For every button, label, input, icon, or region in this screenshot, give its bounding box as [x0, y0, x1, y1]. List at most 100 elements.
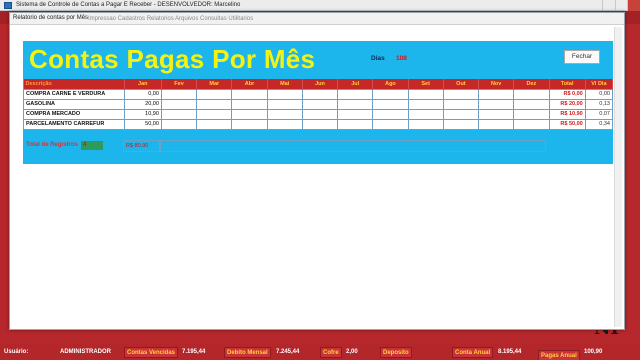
- cell-total[interactable]: R$ 20,00: [548, 98, 586, 110]
- cell-empty[interactable]: [478, 108, 515, 120]
- cofre-value: 2,00: [346, 349, 358, 355]
- cell-total[interactable]: R$ 50,00: [548, 118, 586, 130]
- dias-label: Dias: [371, 55, 385, 62]
- dialog-scrollbar[interactable]: [614, 27, 622, 327]
- col-header-total[interactable]: Total: [549, 79, 586, 89]
- col-header-mai[interactable]: Mai: [267, 79, 303, 89]
- cell-vl-dia[interactable]: 0,00: [584, 88, 614, 100]
- cell-empty[interactable]: [160, 88, 198, 100]
- col-header-nov[interactable]: Nov: [478, 79, 515, 89]
- cell-empty[interactable]: [478, 98, 515, 110]
- maximize-button[interactable]: [614, 0, 628, 11]
- cell-vl-dia[interactable]: 0,07: [584, 108, 614, 120]
- col-header-jul[interactable]: Jul: [337, 79, 374, 89]
- cell-empty[interactable]: [372, 88, 409, 100]
- cell-empty[interactable]: [337, 98, 374, 110]
- report-panel: Contas Pagas Por Mês Dias 108 Fechar Des…: [23, 41, 614, 164]
- cell-empty[interactable]: [301, 118, 339, 130]
- table-header-row: Descrição Jan Fev Mar Abr Mai Jun Jul Ag…: [23, 79, 614, 89]
- cell-empty[interactable]: [372, 108, 409, 120]
- cell-empty[interactable]: [478, 118, 515, 130]
- cell-empty[interactable]: [231, 88, 268, 100]
- cell-empty[interactable]: [266, 88, 303, 100]
- cell-empty[interactable]: [478, 88, 515, 100]
- cell-jan[interactable]: 20,00: [123, 98, 162, 110]
- dias-value: 108: [396, 55, 407, 62]
- col-header-abr[interactable]: Abr: [231, 79, 268, 89]
- cell-empty[interactable]: [160, 98, 198, 110]
- cell-empty[interactable]: [266, 108, 303, 120]
- conta-anual-value: 8.195,44: [498, 349, 522, 355]
- cell-empty[interactable]: [231, 98, 268, 110]
- table-row[interactable]: GASOLINA 20,00 R$ 20,00 0,13: [23, 98, 614, 110]
- cell-empty[interactable]: [196, 108, 233, 120]
- cell-empty[interactable]: [231, 118, 268, 130]
- col-header-ago[interactable]: Ago: [372, 79, 409, 89]
- cell-empty[interactable]: [301, 108, 339, 120]
- cell-empty[interactable]: [513, 118, 550, 130]
- page-title: Contas Pagas Por Mês: [29, 44, 316, 74]
- cell-empty[interactable]: [442, 108, 480, 120]
- cell-empty[interactable]: [513, 108, 550, 120]
- cell-empty[interactable]: [372, 98, 409, 110]
- col-header-set[interactable]: Set: [408, 79, 444, 89]
- cell-empty[interactable]: [301, 88, 339, 100]
- col-header-vl-dia[interactable]: Vl Dia: [585, 79, 614, 89]
- cell-empty[interactable]: [337, 118, 374, 130]
- cell-empty[interactable]: [442, 118, 480, 130]
- cell-empty[interactable]: [337, 108, 374, 120]
- cell-empty[interactable]: [196, 88, 233, 100]
- table-row[interactable]: COMPRA MERCADO 10,90 R$ 10,90 0,07: [23, 108, 614, 120]
- cell-empty[interactable]: [372, 118, 409, 130]
- cell-descricao[interactable]: COMPRA MERCADO: [23, 108, 125, 120]
- cofre-label: Cofre: [320, 347, 342, 358]
- main-window-title: Sistema de Controle de Contas a Pagar E …: [16, 2, 241, 8]
- cell-empty[interactable]: [196, 98, 233, 110]
- cell-jan[interactable]: 10,90: [123, 108, 162, 120]
- conta-anual-label: Conta Anual: [452, 347, 494, 358]
- contas-vencidas-label: Contas Vencidas: [124, 347, 179, 358]
- cell-empty[interactable]: [266, 98, 303, 110]
- cell-jan[interactable]: 50,00: [123, 118, 162, 130]
- report-table: Descrição Jan Fev Mar Abr Mai Jun Jul Ag…: [23, 79, 614, 130]
- cell-empty[interactable]: [337, 88, 374, 100]
- app-icon: [4, 2, 12, 9]
- cell-empty[interactable]: [160, 118, 198, 130]
- col-header-out[interactable]: Out: [443, 79, 480, 89]
- table-footer: Total de Registros 4 R$ 80,90: [23, 140, 613, 152]
- cell-empty[interactable]: [231, 108, 268, 120]
- cell-empty[interactable]: [160, 108, 198, 120]
- close-window-button[interactable]: [627, 0, 640, 11]
- cell-total[interactable]: R$ 0,00: [548, 88, 586, 100]
- table-row[interactable]: PARCELAMENTO CARREFUR 50,00 R$ 50,00 0,3…: [23, 118, 614, 130]
- cell-empty[interactable]: [407, 118, 444, 130]
- minimize-button[interactable]: [602, 0, 615, 11]
- cell-empty[interactable]: [407, 98, 444, 110]
- cell-empty[interactable]: [196, 118, 233, 130]
- cell-vl-dia[interactable]: 0,34: [584, 118, 614, 130]
- cell-empty[interactable]: [407, 108, 444, 120]
- col-header-jan[interactable]: Jan: [124, 79, 162, 89]
- cell-empty[interactable]: [266, 118, 303, 130]
- col-header-descricao[interactable]: Descrição: [23, 79, 125, 89]
- col-header-fev[interactable]: Fev: [161, 79, 198, 89]
- usuario-label: Usuário:: [4, 349, 29, 355]
- footer-jan-total-value: R$ 80,90: [126, 143, 149, 149]
- cell-descricao[interactable]: COMPRA CARNE E VERDURA: [23, 88, 125, 100]
- close-button[interactable]: Fechar: [564, 50, 600, 64]
- cell-empty[interactable]: [442, 98, 480, 110]
- cell-empty[interactable]: [513, 98, 550, 110]
- cell-empty[interactable]: [301, 98, 339, 110]
- cell-empty[interactable]: [513, 88, 550, 100]
- col-header-jun[interactable]: Jun: [302, 79, 339, 89]
- cell-total[interactable]: R$ 10,90: [548, 108, 586, 120]
- cell-vl-dia[interactable]: 0,13: [584, 98, 614, 110]
- col-header-mar[interactable]: Mar: [196, 79, 233, 89]
- table-row[interactable]: COMPRA CARNE E VERDURA 0,00 R$ 0,00 0,00: [23, 88, 614, 100]
- cell-empty[interactable]: [442, 88, 480, 100]
- cell-descricao[interactable]: GASOLINA: [23, 98, 125, 110]
- cell-jan[interactable]: 0,00: [123, 88, 162, 100]
- col-header-dez[interactable]: Dez: [513, 79, 550, 89]
- cell-empty[interactable]: [407, 88, 444, 100]
- cell-descricao[interactable]: PARCELAMENTO CARREFUR: [23, 118, 125, 130]
